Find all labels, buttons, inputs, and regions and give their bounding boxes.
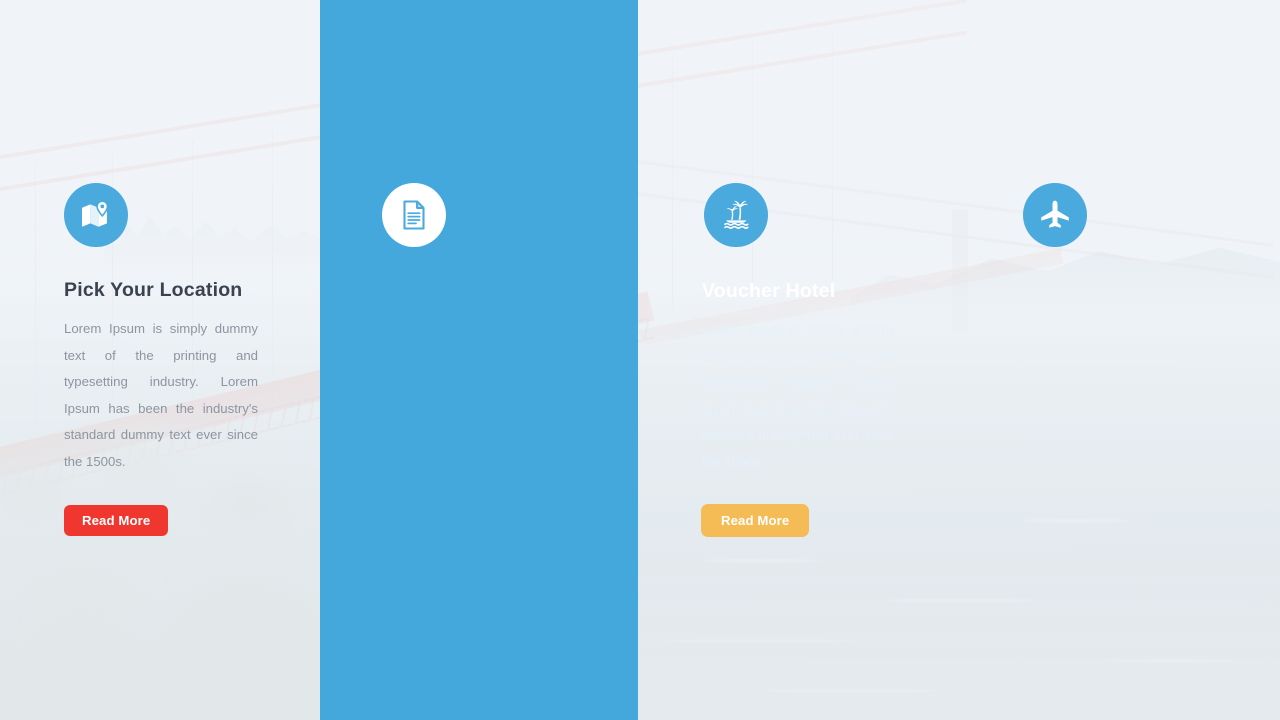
document-icon [382,183,446,247]
read-more-button[interactable]: Read More [64,505,169,536]
feature-card-all-destination[interactable]: All Destination Lorem Ipsum is simply du… [640,0,960,720]
card-title: Pick Your Location [64,279,243,301]
feature-card-pick-your-location[interactable]: Pick Your Location Lorem Ipsum is simply… [0,0,320,720]
feature-cards: Pick Your Location Lorem Ipsum is simply… [0,0,1280,720]
slide-canvas: Pick Your Location Lorem Ipsum is simply… [0,0,1280,720]
feature-card-transportation[interactable]: Transportation Lorem Ipsum is simply dum… [960,0,1280,720]
map-location-icon [64,183,128,247]
airplane-icon [1023,183,1087,247]
feature-card-voucher-hotel[interactable]: Voucher Hotel Lorem Ipsum is simply dumm… [320,0,895,720]
card-description: Lorem Ipsum is simply dummy text of the … [64,321,258,469]
island-palm-icon [704,183,768,247]
